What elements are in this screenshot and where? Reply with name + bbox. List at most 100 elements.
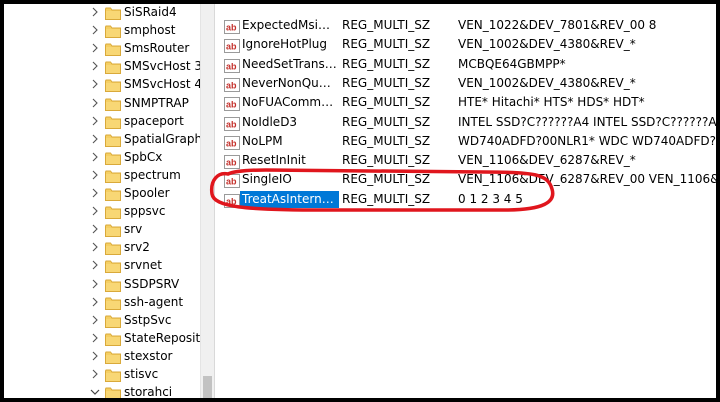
folder-icon (105, 331, 121, 346)
chevron-right-icon[interactable] (90, 205, 100, 217)
tree-item[interactable]: StateRepositor (4, 329, 212, 347)
chevron-right-icon[interactable] (90, 350, 100, 362)
registry-value-row[interactable]: ab ResetInInit REG_MULTI_SZ VEN_1106&DEV_62… (215, 152, 716, 171)
folder-icon (105, 240, 121, 256)
string-value-icon: ab (224, 19, 240, 34)
chevron-right-icon[interactable] (90, 278, 100, 290)
chevron-right-icon[interactable] (90, 314, 100, 326)
value-type: REG_MULTI_SZ (342, 114, 431, 129)
value-data: VEN_1002&DEV_4380&REV_* (458, 75, 636, 90)
folder-icon (105, 385, 121, 398)
value-data: VEN_1106&DEV_6287&REV_* (458, 153, 636, 168)
string-value-icon: ab (224, 193, 240, 208)
chevron-right-icon[interactable] (90, 169, 100, 181)
tree-item-label: srv2 (124, 240, 150, 255)
registry-value-row[interactable]: ab ExpectedMsiMe... REG_MULTI_SZ VEN_1022&D… (215, 17, 716, 36)
tree-item[interactable]: spaceport (4, 112, 200, 130)
chevron-right-icon[interactable] (90, 133, 100, 145)
folder-icon (105, 150, 121, 165)
tree-item-label: srv (124, 222, 143, 237)
tree-item-label: SSDPSRV (124, 276, 180, 291)
chevron-right-icon[interactable] (90, 115, 100, 127)
registry-value-row[interactable]: ab TreatAsInternalP... REG_MULTI_SZ 0 1 2 3… (215, 190, 716, 210)
chevron-right-icon[interactable] (90, 151, 100, 163)
chevron-right-icon[interactable] (90, 97, 100, 109)
tree-item-label: SpatialGraphF (124, 131, 210, 146)
tree-item[interactable]: stexstor (4, 347, 200, 365)
value-type: REG_MULTI_SZ (342, 191, 431, 206)
value-data: INTEL SSD?C??????A4 INTEL SSD?C??????A4?… (458, 114, 716, 129)
value-name: IgnoreHotPlug (242, 37, 328, 52)
svg-text:ab: ab (226, 138, 237, 148)
tree-item[interactable]: ssh-agent (4, 293, 200, 311)
string-value-icon: ab (224, 77, 240, 92)
chevron-right-icon[interactable] (90, 296, 100, 308)
value-name: NoFUACommand (242, 95, 337, 110)
svg-text:ab: ab (226, 158, 237, 168)
tree-item[interactable]: stisvc (4, 365, 200, 383)
string-value-icon: ab (224, 154, 240, 170)
value-data: 0 1 2 3 4 5 (458, 191, 523, 206)
value-type: REG_MULTI_SZ (342, 56, 431, 71)
chevron-right-icon[interactable] (90, 259, 100, 271)
tree-item[interactable]: storahci (4, 383, 200, 398)
chevron-right-icon[interactable] (90, 24, 100, 36)
registry-key-tree[interactable]: SiSRaid4 smphost SmsRouter SMSvcHost 3. SMSv… (4, 4, 214, 398)
chevron-right-icon[interactable] (90, 78, 100, 90)
folder-icon (105, 258, 121, 274)
tree-item[interactable]: SpbCx (4, 148, 200, 166)
chevron-right-icon[interactable] (90, 332, 100, 344)
tree-item[interactable]: SSDPSRV (4, 275, 200, 293)
string-value-icon: ab (224, 96, 240, 112)
value-name: NeverNonQueu... (242, 75, 337, 90)
tree-item[interactable]: srv2 (4, 238, 200, 256)
chevron-right-icon[interactable] (90, 187, 100, 199)
chevron-right-icon[interactable] (90, 241, 100, 253)
chevron-right-icon[interactable] (90, 368, 100, 380)
registry-value-row[interactable]: ab NeedSetTransfer... REG_MULTI_SZ MCBQE64G… (215, 56, 716, 75)
folder-icon (105, 222, 121, 238)
svg-text:ab: ab (226, 23, 237, 33)
folder-icon (105, 23, 121, 39)
value-data: VEN_1022&DEV_7801&REV_00 8 (458, 18, 657, 32)
tree-item[interactable]: srvnet (4, 256, 200, 274)
folder-icon (105, 295, 121, 310)
chevron-right-icon[interactable] (90, 42, 100, 54)
tree-item[interactable]: SpatialGraphF (4, 130, 209, 148)
tree-item[interactable]: sppsvc (4, 202, 200, 220)
chevron-down-icon[interactable] (90, 386, 100, 398)
chevron-right-icon[interactable] (90, 60, 100, 72)
string-value-icon: ab (224, 58, 240, 73)
tree-item[interactable]: spectrum (4, 166, 200, 184)
value-type: REG_MULTI_SZ (342, 18, 431, 32)
tree-item-label: stisvc (124, 367, 159, 381)
tree-item[interactable]: srv (4, 220, 200, 238)
tree-scrollbar[interactable] (200, 4, 214, 398)
svg-text:ab: ab (226, 61, 237, 71)
chevron-right-icon[interactable] (90, 223, 100, 235)
tree-item-label: storahci (124, 385, 173, 398)
chevron-right-icon[interactable] (90, 6, 100, 18)
registry-values-list[interactable]: ab ExpectedMsiMe... REG_MULTI_SZ VEN_1022&D… (214, 4, 716, 398)
registry-value-row[interactable]: ab NoIdleD3 REG_MULTI_SZ INTEL SSD?C??????A… (215, 114, 716, 133)
tree-item[interactable]: SNMPTRAP (4, 94, 200, 112)
tree-item[interactable]: SMSvcHost 3. (4, 57, 206, 75)
registry-value-row[interactable]: ab IgnoreHotPlug REG_MULTI_SZ VEN_1002&DEV_… (215, 36, 716, 55)
folder-icon (105, 313, 121, 328)
value-type: REG_MULTI_SZ (342, 133, 431, 148)
value-data: VEN_1002&DEV_4380&REV_* (458, 37, 636, 52)
tree-item[interactable]: Spooler (4, 184, 200, 202)
tree-item[interactable]: SmsRouter (4, 39, 200, 57)
scrollbar-thumb[interactable] (203, 376, 212, 398)
tree-item[interactable]: SMSvcHost 4. (4, 75, 206, 93)
registry-value-row[interactable]: ab NeverNonQueu... REG_MULTI_SZ VEN_1002&DE… (215, 75, 716, 94)
registry-value-row[interactable]: ab SingleIO REG_MULTI_SZ VEN_1106&DEV_6287&… (215, 171, 716, 190)
string-value-icon: ab (224, 173, 240, 189)
tree-item[interactable]: smphost (4, 21, 200, 39)
svg-text:ab: ab (226, 196, 237, 206)
registry-value-row[interactable]: ab NoFUACommand REG_MULTI_SZ HTE* Hitachi* … (215, 94, 716, 113)
registry-value-row[interactable]: ab NoLPM REG_MULTI_SZ WD740ADFD?00NLR1* WDC… (215, 133, 716, 152)
registry-editor-window: SiSRaid4 smphost SmsRouter SMSvcHost 3. SMSv… (4, 4, 716, 398)
tree-item[interactable]: SiSRaid4 (4, 4, 200, 21)
tree-item[interactable]: SstpSvc (4, 311, 200, 329)
